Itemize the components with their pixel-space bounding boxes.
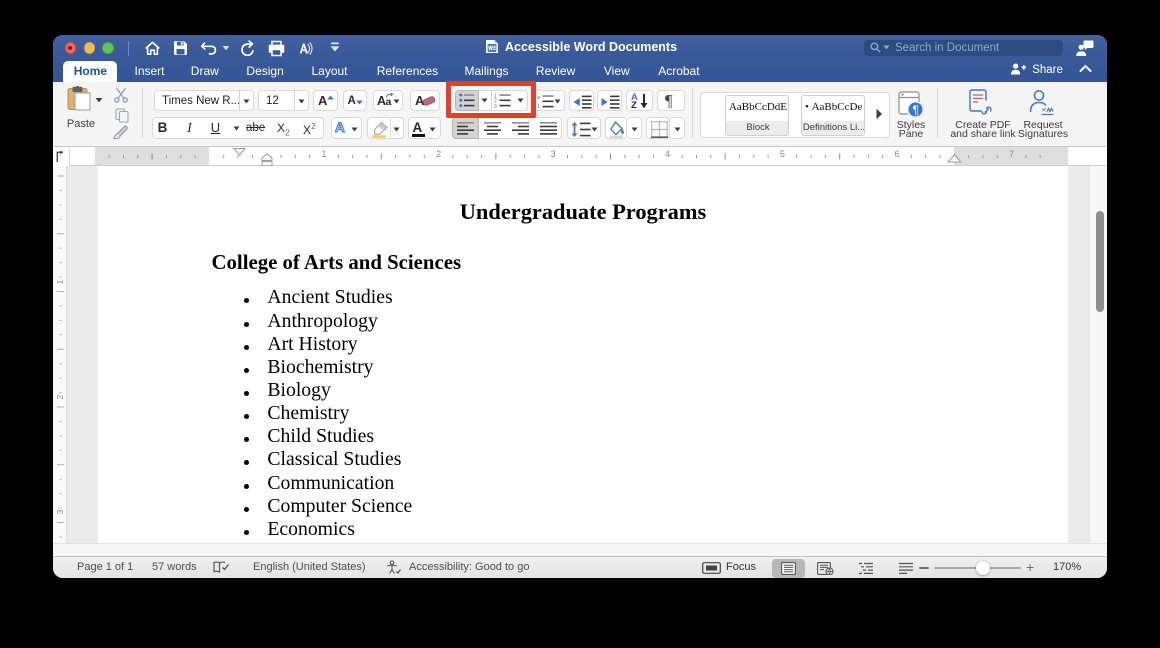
svg-text:×: × [1042, 106, 1047, 115]
svg-text:a: a [537, 95, 541, 101]
svg-text:1: 1 [537, 104, 540, 109]
svg-text:¶: ¶ [913, 105, 919, 117]
